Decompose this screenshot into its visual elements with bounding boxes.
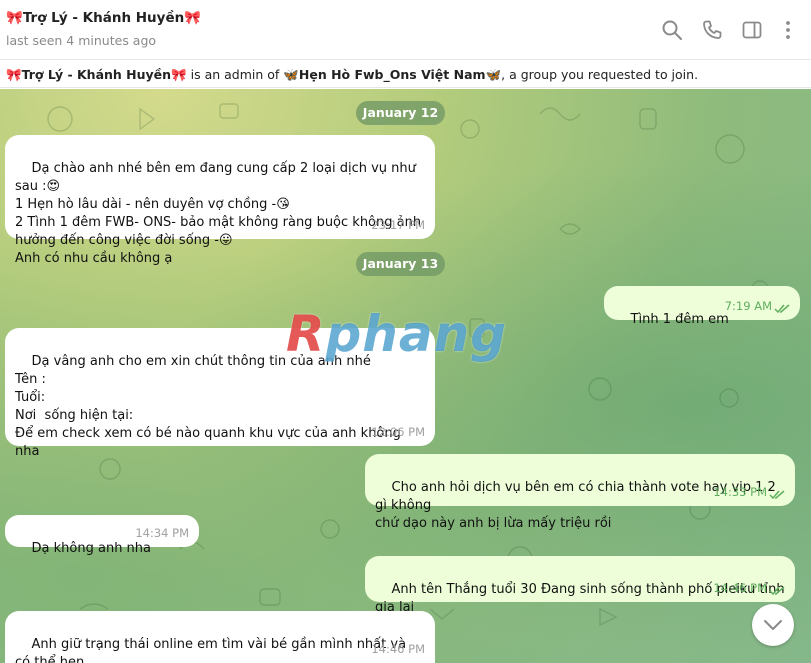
admin-notice-text-end: , a group you requested to join. [501,67,699,82]
message-time: 14:46 PM [713,581,767,595]
outgoing-message[interactable]: Cho anh hỏi dịch vụ bên em có chia thành… [365,454,795,531]
admin-notice-text: is an admin of [186,67,284,82]
double-check-icon [769,586,785,596]
outgoing-message[interactable]: Anh tên Thắng tuổi 30 Đang sinh sống thà… [365,556,795,615]
chat-header: 🎀Trợ Lý - Khánh Huyền🎀 last seen 4 minut… [0,0,811,60]
chat-messages-area[interactable]: January 12 Dạ chào anh nhé bên em đang c… [0,89,811,663]
ribbon-emoji: 🎀 [184,10,202,26]
incoming-message[interactable]: Dạ chào anh nhé bên em đang cung cấp 2 l… [5,135,435,266]
message-text: Dạ không anh nha [31,541,152,556]
message-time: 12:06 PM [371,425,425,439]
message-text: Tình 1 đêm em [630,312,729,327]
admin-notice-bar: 🎀Trợ Lý - Khánh Huyền🎀 is an admin of 🦋H… [0,61,811,88]
ribbon-emoji: 🎀 [6,67,22,82]
scroll-to-bottom-button[interactable] [752,604,794,646]
message-time: 14:34 PM [135,526,189,540]
message-time: 14:46 PM [371,642,425,656]
butterfly-emoji: 🦋 [485,67,502,82]
sidebar-toggle-icon[interactable] [740,18,764,42]
incoming-message[interactable]: Dạ không anh nha 14:34 PM [5,515,199,556]
message-time: 23:17 PM [371,218,425,232]
message-time: 14:33 PM [713,485,767,499]
chat-title[interactable]: 🎀Trợ Lý - Khánh Huyền🎀 [6,10,201,26]
double-check-icon [769,490,785,500]
chevron-down-icon [764,620,782,630]
double-check-icon [774,304,790,314]
chat-title-name: Trợ Lý - Khánh Huyền [22,10,185,26]
date-divider: January 13 [356,252,445,276]
message-text: Anh giữ trạng thái online em tìm vài bé … [15,637,407,663]
outgoing-message[interactable]: Tình 1 đêm em 7:19 AM [604,286,800,327]
last-seen-status: last seen 4 minutes ago [6,33,157,48]
message-time: 7:19 AM [724,299,772,313]
butterfly-emoji: 🦋 [283,67,299,82]
ribbon-emoji: 🎀 [171,67,187,82]
phone-icon[interactable] [700,18,724,42]
admin-name[interactable]: Trợ Lý - Khánh Huyền [22,67,171,82]
message-text: Dạ vâng anh cho em xin chút thông tin củ… [15,354,401,459]
group-name-link[interactable]: Hẹn Hò Fwb_Ons Việt Nam [299,67,486,82]
search-icon[interactable] [660,18,684,42]
ribbon-emoji: 🎀 [6,10,23,26]
incoming-message[interactable]: Anh giữ trạng thái online em tìm vài bé … [5,611,435,663]
date-divider: January 12 [356,101,445,125]
more-vertical-icon[interactable] [776,18,800,42]
incoming-message[interactable]: Dạ vâng anh cho em xin chút thông tin củ… [5,328,435,459]
